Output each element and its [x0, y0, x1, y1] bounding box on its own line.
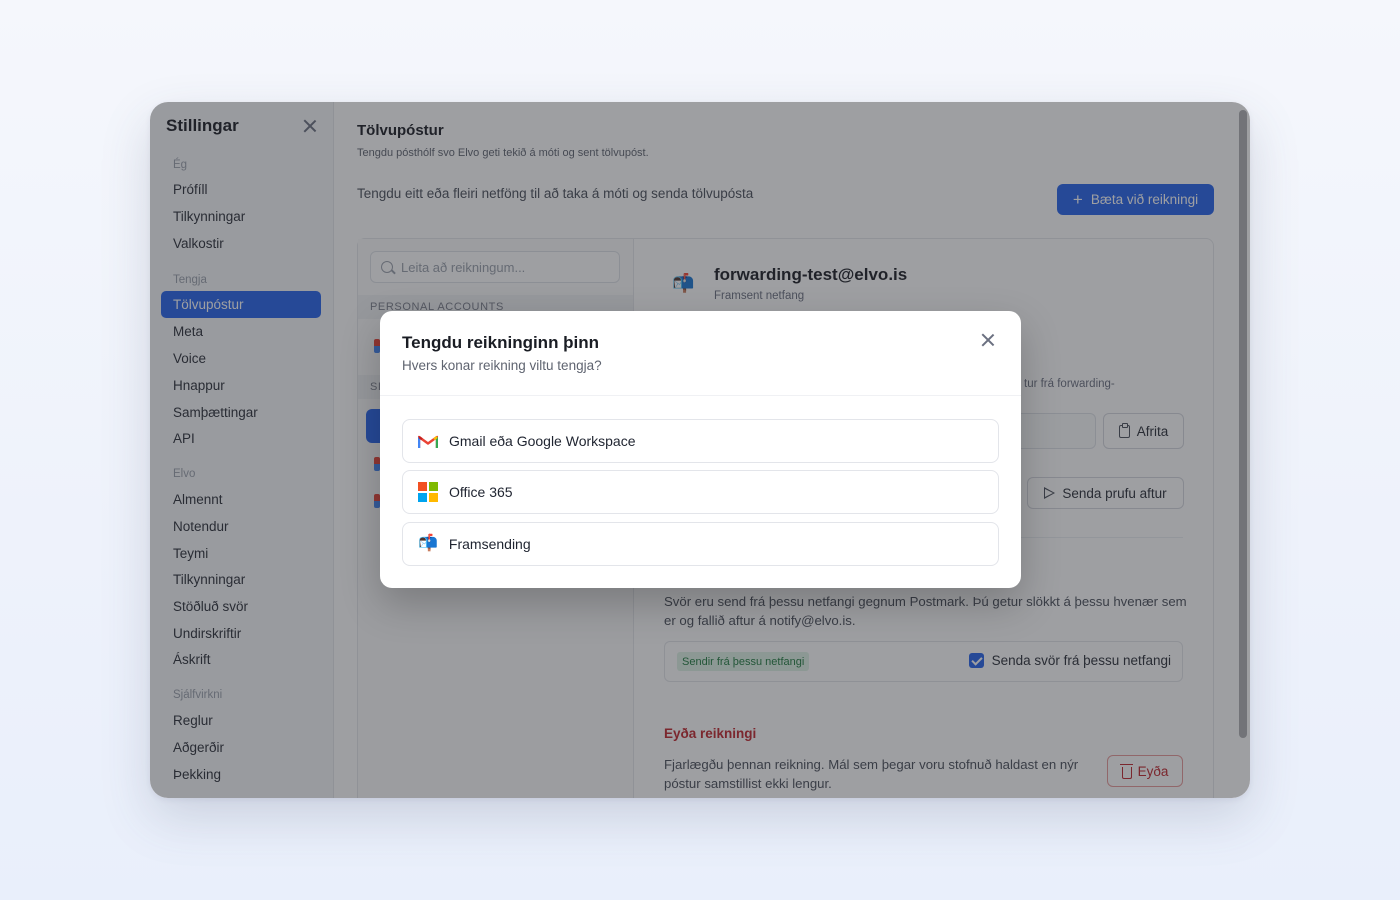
mailbox-icon: 📬	[418, 535, 438, 552]
option-office365-label: Office 365	[449, 484, 513, 500]
option-office365[interactable]: Office 365	[402, 470, 999, 514]
close-icon[interactable]	[981, 333, 995, 347]
scrollbar[interactable]	[1239, 110, 1247, 738]
dialog-title: Tengdu reikninginn þinn	[402, 333, 600, 352]
dialog-divider	[380, 395, 1021, 396]
option-forwarding-label: Framsending	[448, 536, 531, 552]
dialog-subtitle: Hvers konar reikning viltu tengja?	[402, 358, 602, 373]
gmail-icon	[418, 435, 438, 448]
option-gmail-label: Gmail eða Google Workspace	[449, 433, 636, 449]
microsoft-icon	[418, 482, 438, 502]
connect-account-dialog: Tengdu reikninginn þinn Hvers konar reik…	[380, 311, 1021, 588]
option-forwarding[interactable]: 📬 Framsending	[402, 522, 999, 566]
option-gmail[interactable]: Gmail eða Google Workspace	[402, 419, 999, 463]
